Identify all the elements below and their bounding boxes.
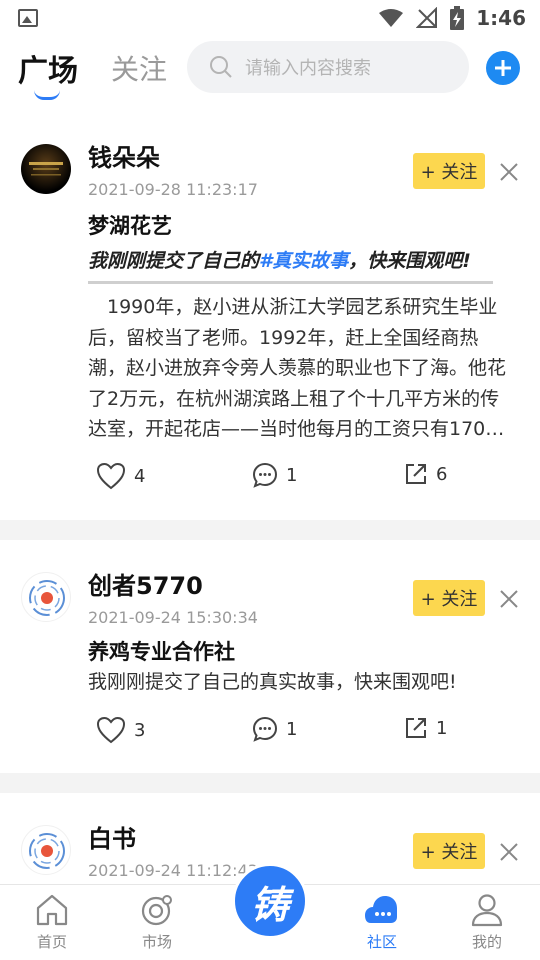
post-time: 2021-09-24 11:12:43 xyxy=(88,861,258,880)
share-icon xyxy=(406,464,426,484)
post-title[interactable]: 梦湖花艺 xyxy=(88,210,172,240)
center-action-button[interactable]: 铸 xyxy=(232,863,308,939)
close-icon[interactable] xyxy=(498,588,520,610)
comment-icon xyxy=(252,462,278,488)
profile-icon xyxy=(471,894,503,927)
nav-market[interactable]: 市场 xyxy=(117,893,197,952)
post-body[interactable]: 1990年，赵小进从浙江大学园艺系研究生毕业后，留校当了老师。1992年，赶上全… xyxy=(88,292,512,445)
no-signal-icon xyxy=(416,7,438,29)
avatar[interactable] xyxy=(21,572,71,622)
quote-suffix: ，快来围观吧! xyxy=(348,250,471,272)
username[interactable]: 白书 xyxy=(88,819,136,854)
comment-button[interactable]: 1 xyxy=(252,462,297,488)
community-icon xyxy=(365,896,397,923)
share-count: 6 xyxy=(436,463,448,485)
tab-plaza[interactable]: 广场 xyxy=(18,46,78,90)
avatar[interactable] xyxy=(21,144,71,194)
market-icon xyxy=(141,895,172,926)
like-button[interactable]: 3 xyxy=(96,716,145,744)
comment-count: 1 xyxy=(286,464,298,486)
search-input[interactable]: 请输入内容搜索 xyxy=(187,41,469,93)
quote-prefix: 我刚刚提交了自己的 xyxy=(88,250,260,272)
follow-button[interactable]: + 关注 xyxy=(413,580,485,616)
post-actions: 4 1 6 xyxy=(0,462,540,502)
post-card[interactable]: 钱朵朵 2021-09-28 11:23:17 + 关注 梦湖花艺 我刚刚提交了… xyxy=(0,100,540,520)
status-time: 1:46 xyxy=(476,6,526,30)
post-time: 2021-09-28 11:23:17 xyxy=(88,180,258,199)
post-quote[interactable]: 我刚刚提交了自己的#真实故事，快来围观吧! xyxy=(88,246,493,284)
search-icon xyxy=(210,56,232,78)
share-count: 1 xyxy=(436,717,448,739)
nav-market-label: 市场 xyxy=(141,933,172,951)
home-icon xyxy=(36,894,68,926)
nav-profile[interactable]: 我的 xyxy=(447,893,527,952)
story-hashtag[interactable]: #真实故事 xyxy=(259,250,348,272)
tab-follow[interactable]: 关注 xyxy=(111,48,167,88)
username[interactable]: 创者5770 xyxy=(88,566,203,601)
wifi-icon xyxy=(378,8,404,28)
follow-button[interactable]: + 关注 xyxy=(413,833,485,869)
heart-icon xyxy=(96,462,126,490)
share-button[interactable]: 6 xyxy=(404,462,447,486)
add-post-button[interactable] xyxy=(486,51,520,85)
nav-community[interactable]: 社区 xyxy=(342,893,422,952)
search-placeholder: 请输入内容搜索 xyxy=(245,58,371,79)
comment-count: 1 xyxy=(286,718,298,740)
post-actions: 3 1 1 xyxy=(0,716,540,756)
share-icon xyxy=(406,718,426,738)
feed[interactable]: 钱朵朵 2021-09-28 11:23:17 + 关注 梦湖花艺 我刚刚提交了… xyxy=(0,100,540,884)
follow-button[interactable]: + 关注 xyxy=(413,153,485,189)
like-count: 4 xyxy=(134,465,146,487)
like-count: 3 xyxy=(134,719,146,741)
post-text[interactable]: 我刚刚提交了自己的真实故事，快来围观吧! xyxy=(88,667,457,694)
gallery-icon xyxy=(18,9,38,27)
close-icon[interactable] xyxy=(498,841,520,863)
bottom-nav: 首页 市场 铸 社区 我的 xyxy=(0,863,540,960)
like-button[interactable]: 4 xyxy=(96,462,145,490)
post-title[interactable]: 养鸡专业合作社 xyxy=(88,636,235,666)
status-bar: 1:46 xyxy=(0,0,540,36)
header: 广场 关注 请输入内容搜索 xyxy=(0,36,540,100)
nav-community-label: 社区 xyxy=(366,933,397,951)
nav-home[interactable]: 首页 xyxy=(12,893,92,952)
username[interactable]: 钱朵朵 xyxy=(88,138,160,173)
share-button[interactable]: 1 xyxy=(404,716,447,740)
heart-icon xyxy=(96,716,126,744)
nav-profile-label: 我的 xyxy=(471,933,502,951)
close-icon[interactable] xyxy=(498,161,520,183)
post-time: 2021-09-24 15:30:34 xyxy=(88,608,258,627)
status-icons: 1:46 xyxy=(378,6,526,30)
tab-active-indicator xyxy=(34,90,60,100)
avatar[interactable] xyxy=(21,825,71,875)
plus-icon xyxy=(495,60,511,76)
nav-home-label: 首页 xyxy=(36,933,67,951)
comment-button[interactable]: 1 xyxy=(252,716,297,742)
post-card[interactable]: 创者5770 2021-09-24 15:30:34 + 关注 养鸡专业合作社 … xyxy=(0,540,540,773)
battery-charging-icon xyxy=(450,6,465,30)
comment-icon xyxy=(252,716,278,742)
